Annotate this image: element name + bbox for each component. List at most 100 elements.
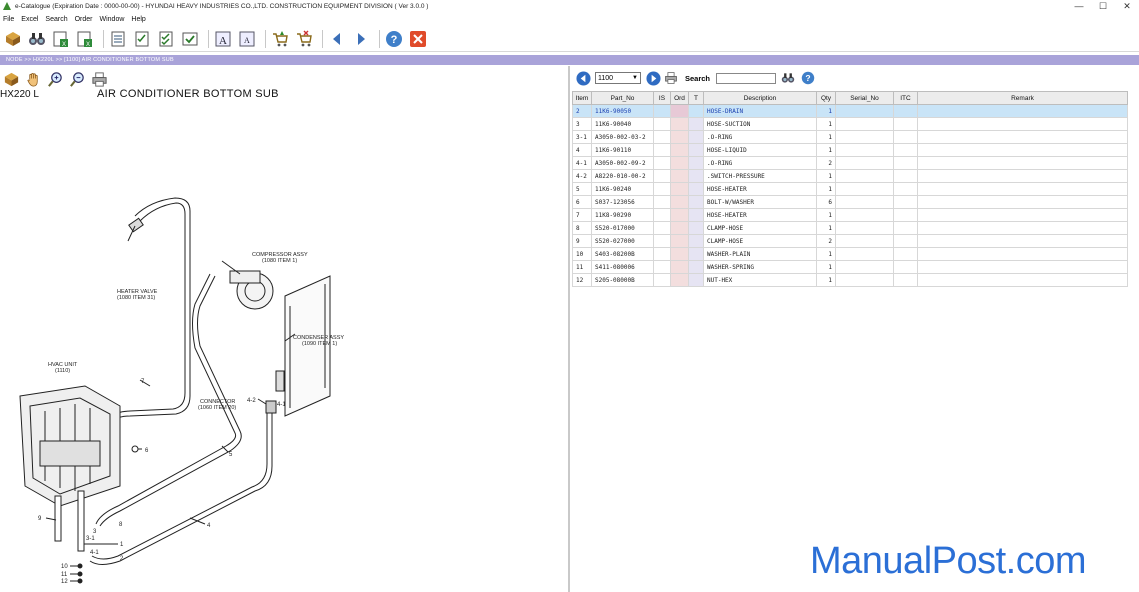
cell-serial-no[interactable] xyxy=(835,156,894,170)
cell-is[interactable] xyxy=(653,195,671,209)
cell-item[interactable]: 6 xyxy=(572,195,592,209)
cell-description[interactable]: CLAMP-HOSE xyxy=(703,221,817,235)
cell-part-no[interactable]: 11K6-90050 xyxy=(591,104,654,118)
cell-qty[interactable]: 1 xyxy=(816,143,836,157)
cell-t[interactable] xyxy=(688,208,704,222)
cell-part-no[interactable]: S205-08000B xyxy=(591,273,654,287)
callout-11[interactable]: 11 xyxy=(61,572,68,578)
menu-search[interactable]: Search xyxy=(45,16,67,23)
print-list-button[interactable] xyxy=(663,70,679,86)
help-button[interactable]: ? xyxy=(384,29,404,49)
minimize-button[interactable]: — xyxy=(1067,0,1091,12)
cell-is[interactable] xyxy=(653,247,671,261)
cell-ord[interactable] xyxy=(670,234,689,248)
cell-qty[interactable]: 1 xyxy=(816,260,836,274)
zoom-in-button[interactable] xyxy=(46,70,64,88)
back-button[interactable] xyxy=(327,29,347,49)
callout-4-1-lower[interactable]: 4-1 xyxy=(90,550,99,556)
remove-from-cart-button[interactable] xyxy=(294,29,314,49)
cell-is[interactable] xyxy=(653,169,671,183)
cell-ord[interactable] xyxy=(670,221,689,235)
cell-part-no[interactable]: 11K6-90110 xyxy=(591,143,654,157)
cell-ord[interactable] xyxy=(670,208,689,222)
approve-button[interactable] xyxy=(180,29,200,49)
table-row[interactable]: 4-2 A8220-010-00-2 .SWITCH-PRESSURE 1 xyxy=(572,169,1128,183)
table-row[interactable]: 10 S403-08200B WASHER-PLAIN 1 xyxy=(572,247,1128,261)
callout-10[interactable]: 10 xyxy=(61,564,68,570)
cell-part-no[interactable]: S520-017000 xyxy=(591,221,654,235)
cell-itc[interactable] xyxy=(893,260,918,274)
table-row[interactable]: 3 11K6-90040 HOSE-SUCTION 1 xyxy=(572,117,1128,131)
cell-itc[interactable] xyxy=(893,195,918,209)
cell-itc[interactable] xyxy=(893,208,918,222)
cell-item[interactable]: 12 xyxy=(572,273,592,287)
catalogue-home-button[interactable] xyxy=(3,29,23,49)
cell-part-no[interactable]: A3050-002-09-2 xyxy=(591,156,654,170)
cell-is[interactable] xyxy=(653,156,671,170)
cell-qty[interactable]: 6 xyxy=(816,195,836,209)
callout-4-2[interactable]: 4-2 xyxy=(247,398,256,404)
list-help-button[interactable]: ? xyxy=(800,70,816,86)
maximize-button[interactable]: ☐ xyxy=(1091,0,1115,12)
cell-itc[interactable] xyxy=(893,182,918,196)
cell-itc[interactable] xyxy=(893,221,918,235)
search-input[interactable] xyxy=(716,72,777,84)
cell-item[interactable]: 4-2 xyxy=(572,169,592,183)
cell-description[interactable]: .O-RING xyxy=(703,130,817,144)
cell-serial-no[interactable] xyxy=(835,234,894,248)
cell-qty[interactable]: 1 xyxy=(816,247,836,261)
cell-part-no[interactable]: 11K6-90040 xyxy=(591,117,654,131)
cell-qty[interactable]: 1 xyxy=(816,169,836,183)
menu-window[interactable]: Window xyxy=(100,16,125,23)
cell-ord[interactable] xyxy=(670,117,689,131)
table-row[interactable]: 12 S205-08000B NUT-HEX 1 xyxy=(572,273,1128,287)
cell-serial-no[interactable] xyxy=(835,195,894,209)
table-row[interactable]: 4 11K6-90110 HOSE-LIQUID 1 xyxy=(572,143,1128,157)
callout-6[interactable]: 6 xyxy=(145,448,149,454)
cell-item[interactable]: 3-1 xyxy=(572,130,592,144)
cell-description[interactable]: HOSE-LIQUID xyxy=(703,143,817,157)
cell-qty[interactable]: 1 xyxy=(816,273,836,287)
cell-is[interactable] xyxy=(653,208,671,222)
callout-3[interactable]: 3 xyxy=(93,529,97,535)
cell-description[interactable]: WASHER-PLAIN xyxy=(703,247,817,261)
breadcrumb-path[interactable]: NODE >> HX220L >> [1100] AIR CONDITIONER… xyxy=(6,57,174,63)
table-row[interactable]: 6 S037-123056 BOLT-W/WASHER 6 xyxy=(572,195,1128,209)
cell-serial-no[interactable] xyxy=(835,273,894,287)
column-header-serial-no[interactable]: Serial_No xyxy=(835,91,894,105)
cell-is[interactable] xyxy=(653,130,671,144)
table-row[interactable]: 8 S520-017000 CLAMP-HOSE 1 xyxy=(572,221,1128,235)
column-header-is[interactable]: IS xyxy=(653,91,671,105)
cell-item[interactable]: 4 xyxy=(572,143,592,157)
cell-qty[interactable]: 2 xyxy=(816,234,836,248)
column-header-qty[interactable]: Qty xyxy=(816,91,836,105)
cell-itc[interactable] xyxy=(893,234,918,248)
table-row[interactable]: 7 11K8-90290 HOSE-HEATER 1 xyxy=(572,208,1128,222)
cell-ord[interactable] xyxy=(670,130,689,144)
cell-remark[interactable] xyxy=(917,117,1128,131)
table-row[interactable]: 9 S520-027000 CLAMP-HOSE 2 xyxy=(572,234,1128,248)
table-row[interactable]: 4-1 A3050-002-09-2 .O-RING 2 xyxy=(572,156,1128,170)
checklist-button[interactable] xyxy=(132,29,152,49)
cell-t[interactable] xyxy=(688,221,704,235)
cell-itc[interactable] xyxy=(893,247,918,261)
cell-ord[interactable] xyxy=(670,195,689,209)
cell-remark[interactable] xyxy=(917,221,1128,235)
cell-itc[interactable] xyxy=(893,104,918,118)
cell-qty[interactable]: 1 xyxy=(816,221,836,235)
forward-button[interactable] xyxy=(351,29,371,49)
cell-ord[interactable] xyxy=(670,182,689,196)
cell-itc[interactable] xyxy=(893,143,918,157)
callout-4-1[interactable]: 4-1 xyxy=(277,402,286,408)
cell-ord[interactable] xyxy=(670,169,689,183)
cell-ord[interactable] xyxy=(670,247,689,261)
cell-part-no[interactable]: S520-027000 xyxy=(591,234,654,248)
cell-part-no[interactable]: S037-123056 xyxy=(591,195,654,209)
cell-part-no[interactable]: S411-080006 xyxy=(591,260,654,274)
column-header-itc[interactable]: ITC xyxy=(893,91,918,105)
binoculars-search-button[interactable] xyxy=(27,29,47,49)
cell-is[interactable] xyxy=(653,260,671,274)
cell-item[interactable]: 7 xyxy=(572,208,592,222)
cell-is[interactable] xyxy=(653,143,671,157)
previous-group-button[interactable] xyxy=(575,70,591,86)
